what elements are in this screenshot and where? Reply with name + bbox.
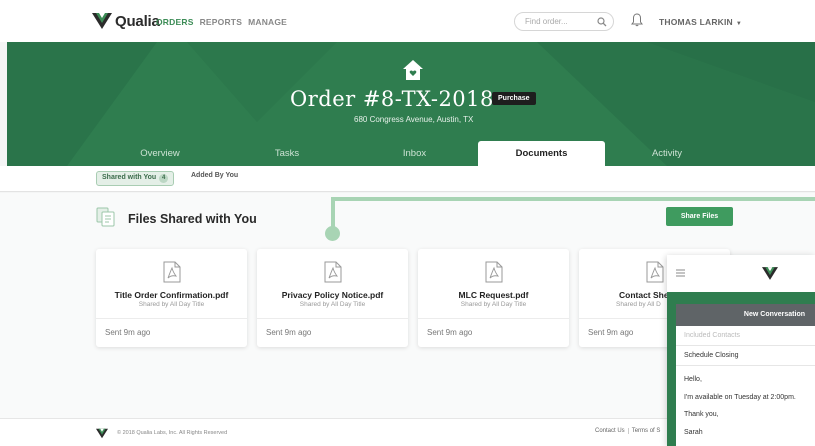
- contacts-field[interactable]: Included Contacts: [676, 326, 815, 346]
- footer-link-terms[interactable]: Terms of S: [627, 428, 661, 434]
- qualia-logo-icon: [92, 13, 112, 29]
- share-files-button[interactable]: Share Files: [666, 207, 733, 226]
- file-name: Contact She: [619, 290, 669, 300]
- order-search: [514, 12, 614, 31]
- user-menu[interactable]: THOMAS LARKIN ▼: [659, 17, 742, 27]
- message-line: Thank you,: [684, 411, 719, 418]
- document-subtabs: Shared with You 4 Added By You: [0, 166, 815, 192]
- file-card[interactable]: MLC Request.pdf Shared by All Day Title …: [418, 249, 569, 347]
- connector-dot: [325, 226, 340, 241]
- file-name: Privacy Policy Notice.pdf: [281, 290, 384, 300]
- chat-widget-header: [667, 255, 815, 292]
- order-title: Order #8-TX-2018: [290, 87, 494, 111]
- tab-overview[interactable]: Overview: [100, 141, 220, 166]
- file-shared-by: Shared by All Day Title: [460, 301, 527, 308]
- files-icon: [96, 207, 115, 227]
- connector-line: [331, 197, 815, 201]
- house-icon: [403, 60, 423, 80]
- section-title: Files Shared with You: [128, 212, 257, 226]
- file-shared-by: Shared by All D: [616, 301, 661, 308]
- subject-field[interactable]: Schedule Closing: [676, 346, 815, 366]
- conversation-header: New Conversation: [676, 304, 815, 326]
- order-address: 680 Congress Avenue, Austin, TX: [354, 115, 474, 124]
- copyright-text: © 2018 Qualia Labs, Inc. All Rights Rese…: [117, 430, 228, 436]
- order-tabs: Overview Tasks Inbox Documents Activity: [7, 141, 815, 166]
- tab-documents[interactable]: Documents: [478, 141, 605, 166]
- subtab-added-by-you[interactable]: Added By You: [191, 172, 238, 179]
- file-shared-by: Shared by All Day Title: [138, 301, 205, 308]
- file-sent-time: Sent 9m ago: [266, 328, 312, 337]
- nav-reports[interactable]: REPORTS: [200, 17, 243, 27]
- file-sent-time: Sent 9m ago: [427, 328, 473, 337]
- chat-widget: New Conversation Included Contacts Sched…: [667, 255, 815, 446]
- pdf-file-icon: [485, 261, 503, 283]
- nav-manage[interactable]: MANAGE: [248, 17, 287, 27]
- card-divider: [96, 318, 247, 319]
- message-line: Hello,: [684, 376, 702, 383]
- search-input[interactable]: [525, 17, 595, 26]
- qualia-logo[interactable]: Qualia: [92, 12, 160, 30]
- subtab-shared-with-you[interactable]: Shared with You 4: [96, 171, 175, 186]
- message-line: I'm available on Tuesday at 2:00pm.: [684, 393, 796, 401]
- chevron-down-icon: ▼: [735, 21, 743, 27]
- file-name: Title Order Confirmation.pdf: [114, 290, 229, 300]
- card-divider: [257, 318, 408, 319]
- pdf-file-icon: [163, 261, 181, 283]
- pdf-file-icon: [646, 261, 664, 283]
- search-icon[interactable]: [597, 17, 607, 27]
- file-name: MLC Request.pdf: [458, 290, 529, 300]
- qualia-logo-icon: [96, 428, 108, 439]
- notification-bell-icon[interactable]: [631, 13, 643, 27]
- tab-tasks[interactable]: Tasks: [237, 141, 337, 166]
- subtab-label: Shared with You: [102, 174, 157, 181]
- footer-link-contact[interactable]: Contact Us: [595, 428, 625, 434]
- file-sent-time: Sent 9m ago: [105, 328, 151, 337]
- tab-inbox[interactable]: Inbox: [367, 141, 462, 166]
- card-divider: [418, 318, 569, 319]
- user-name: THOMAS LARKIN: [659, 17, 733, 27]
- message-body[interactable]: Hello, I'm available on Tuesday at 2:00p…: [684, 371, 796, 441]
- new-conversation-panel: New Conversation Included Contacts Sched…: [676, 304, 815, 446]
- top-navigation: Qualia ORDERS REPORTS MANAGE THOMAS LARK…: [0, 0, 815, 42]
- file-shared-by: Shared by All Day Title: [299, 301, 366, 308]
- main-nav: ORDERS REPORTS MANAGE: [156, 17, 287, 27]
- qualia-logo-icon: [762, 267, 778, 280]
- nav-orders[interactable]: ORDERS: [156, 17, 194, 27]
- pdf-file-icon: [324, 261, 342, 283]
- file-sent-time: Sent 9m ago: [588, 328, 634, 337]
- shared-count-badge: 4: [159, 174, 169, 183]
- file-card[interactable]: Title Order Confirmation.pdf Shared by A…: [96, 249, 247, 347]
- tab-activity[interactable]: Activity: [622, 141, 712, 166]
- menu-icon[interactable]: [676, 269, 685, 277]
- message-line: Sarah: [684, 428, 703, 436]
- brand-name: Qualia: [115, 12, 160, 30]
- footer-links: Contact Us Terms of S: [595, 428, 661, 434]
- file-card[interactable]: Privacy Policy Notice.pdf Shared by All …: [257, 249, 408, 347]
- order-type-badge: Purchase: [492, 92, 536, 105]
